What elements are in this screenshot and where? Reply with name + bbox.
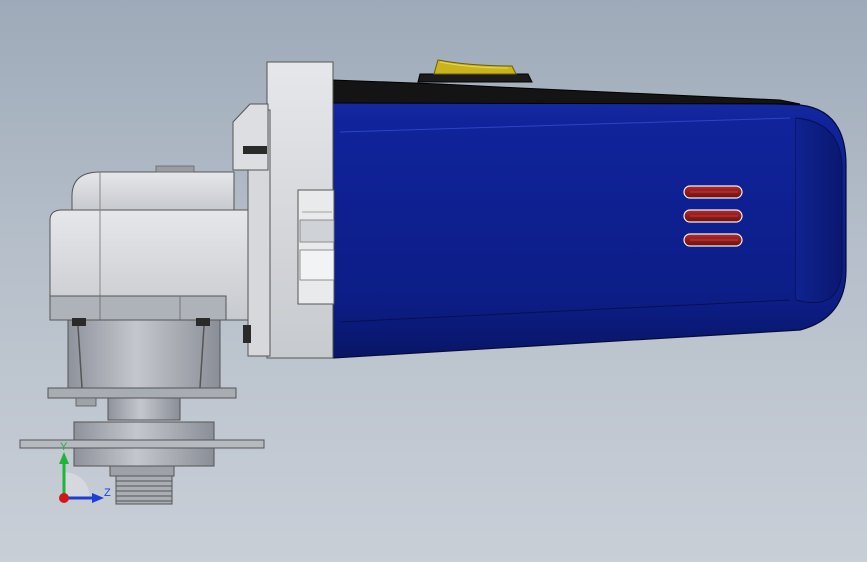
motor-body[interactable] (332, 79, 847, 359)
z-axis-label: Z (104, 487, 111, 499)
origin-dot (59, 493, 69, 503)
gear-head-housing[interactable] (49, 165, 249, 321)
angle-grinder-model[interactable] (0, 0, 867, 562)
vent-slots (683, 185, 743, 247)
graphics-viewport[interactable]: Y Z (0, 0, 867, 562)
threaded-spindle[interactable] (115, 475, 173, 505)
view-orientation-triad: Y Z (59, 441, 111, 503)
y-axis-label: Y (60, 441, 68, 453)
power-switch[interactable] (417, 59, 533, 83)
spindle-column[interactable] (47, 318, 237, 421)
